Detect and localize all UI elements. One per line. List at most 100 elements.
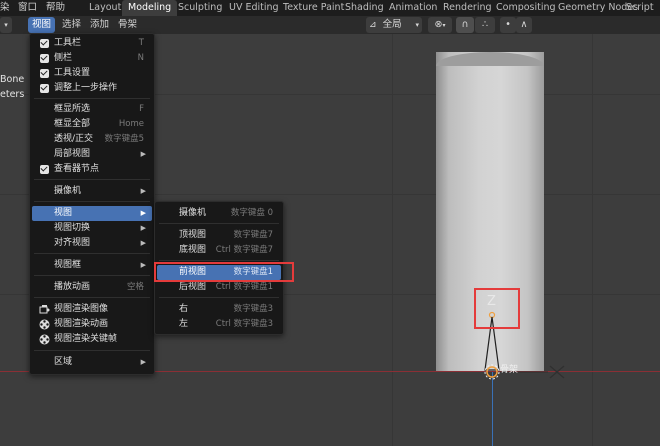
shortcut-label: 数字键盘5 (104, 134, 144, 144)
menu-item-align-view[interactable]: 对齐视图 ▶ (32, 236, 152, 251)
proportional-edit-toggle[interactable]: • (500, 17, 516, 33)
film-reel-icon (39, 319, 50, 330)
submenu-arrow-icon: ▶ (140, 224, 146, 232)
item-label: 摄像机 (179, 208, 207, 218)
item-label: 摄像机 (54, 186, 82, 196)
shortcut-label: Ctrl 数字键盘3 (215, 319, 273, 329)
shortcut-label: Home (118, 119, 144, 129)
tab-compositing[interactable]: Compositing (496, 0, 556, 16)
falloff-curve-icon: ∧ (520, 19, 528, 30)
annotation-box-front-view (154, 262, 294, 282)
item-label: 框显全部 (54, 119, 91, 129)
menu-item-area[interactable]: 区域 ▶ (32, 355, 152, 370)
menu-item-sidebar[interactable]: 侧栏 N (32, 51, 152, 66)
pivot-point-dropdown[interactable]: ⊗▾ (428, 17, 452, 33)
item-label: 视图渲染图像 (54, 304, 109, 314)
header-menu-select[interactable]: 选择 (58, 17, 85, 33)
item-label: 工具栏 (54, 38, 82, 48)
left-panel-text-params: eters (0, 89, 25, 100)
item-label: 播放动画 (54, 282, 91, 292)
menu-item-tool-settings[interactable]: 工具设置 (32, 66, 152, 81)
header-menu-view[interactable]: 视图 (28, 17, 56, 33)
submenu-item-top[interactable]: 顶视图 数字键盘7 (157, 228, 281, 243)
menu-window[interactable]: 窗口 (18, 0, 37, 16)
shortcut-label: 数字键盘3 (233, 304, 273, 314)
submenu-arrow-icon: ▶ (140, 209, 146, 217)
item-label: 视图切换 (54, 223, 91, 233)
menu-separator (34, 253, 150, 254)
bone-head-joint[interactable] (486, 366, 498, 378)
proportional-falloff-dropdown[interactable]: ∧ (516, 17, 532, 33)
editor-mode-dropdown[interactable]: ▾ (0, 17, 12, 33)
submenu-item-camera[interactable]: 摄像机 数字键盘 0 (157, 206, 281, 221)
menu-item-view-regions[interactable]: 视图框 ▶ (32, 258, 152, 273)
item-label: 底视图 (179, 245, 207, 255)
tab-sculpting[interactable]: Sculpting (178, 0, 222, 16)
menu-item-adjust-last[interactable]: 调整上一步操作 (32, 81, 152, 96)
item-label: 区域 (54, 357, 73, 367)
item-label: 视图 (54, 208, 73, 218)
menu-item-frame-selected[interactable]: 框显所选 F (32, 102, 152, 117)
menu-item-local-view[interactable]: 局部视图 ▶ (32, 147, 152, 162)
tab-script[interactable]: Script (626, 0, 654, 16)
menu-item-navigation[interactable]: 视图切换 ▶ (32, 221, 152, 236)
menu-separator (34, 275, 150, 276)
chevron-down-icon: ▾ (442, 22, 446, 29)
submenu-item-left[interactable]: 左 Ctrl 数字键盘3 (157, 317, 281, 332)
top-menu-bar: 染 窗口 帮助 Layout Modeling Sculpting UV Edi… (0, 0, 660, 16)
submenu-arrow-icon: ▶ (140, 187, 146, 195)
tab-modeling[interactable]: Modeling (122, 0, 178, 16)
tab-uv-editing[interactable]: UV Editing (229, 0, 279, 16)
menu-item-viewport-render-image[interactable]: 视图渲染图像 (32, 302, 152, 317)
menu-item-viewpoint[interactable]: 视图 ▶ (32, 206, 152, 221)
dot-icon: • (505, 19, 511, 30)
film-reel-icon (39, 334, 50, 345)
tab-texture-paint[interactable]: Texture Paint (283, 0, 344, 16)
submenu-item-bottom[interactable]: 底视图 Ctrl 数字键盘7 (157, 243, 281, 258)
tab-animation[interactable]: Animation (389, 0, 437, 16)
menu-item-viewport-render-animation[interactable]: 视图渲染动画 (32, 317, 152, 332)
transform-orientation-dropdown[interactable]: ⊿ 全局 ▾ (366, 17, 422, 33)
shortcut-label: N (137, 53, 144, 63)
menu-item-toolbar[interactable]: 工具栏 T (32, 36, 152, 51)
menu-help[interactable]: 帮助 (46, 0, 65, 16)
header-menu-armature[interactable]: 骨架 (114, 17, 141, 33)
menu-item-viewport-render-keyframes[interactable]: 视图渲染关键帧 (32, 332, 152, 347)
tab-layout[interactable]: Layout (89, 0, 121, 16)
shortcut-label: 数字键盘 0 (230, 208, 273, 218)
submenu-arrow-icon: ▶ (140, 239, 146, 247)
header-menu-add[interactable]: 添加 (86, 17, 113, 33)
menu-render[interactable]: 染 (0, 0, 10, 16)
item-label: 对齐视图 (54, 238, 91, 248)
item-label: 后视图 (179, 282, 207, 292)
menu-separator (34, 297, 150, 298)
tab-rendering[interactable]: Rendering (443, 0, 492, 16)
left-panel-text-bone: Bone (0, 74, 25, 85)
submenu-item-back[interactable]: 后视图 Ctrl 数字键盘1 (157, 280, 281, 295)
menu-separator (34, 350, 150, 351)
menu-separator (159, 297, 279, 298)
item-label: 视图渲染动画 (54, 319, 109, 329)
snap-toggle[interactable]: ∩ (456, 17, 474, 33)
submenu-item-right[interactable]: 右 数字键盘3 (157, 302, 281, 317)
grid-line (592, 34, 593, 446)
menu-separator (34, 201, 150, 202)
item-label: 查看器节点 (54, 164, 100, 174)
menu-item-viewer-node[interactable]: 查看器节点 (32, 162, 152, 177)
menu-item-camera[interactable]: 摄像机 ▶ (32, 184, 152, 199)
orientation-icon: ⊿ (369, 20, 377, 30)
snap-target-dropdown[interactable]: ∴ (475, 17, 495, 33)
checkbox-checked-icon (40, 69, 49, 78)
item-label: 调整上一步操作 (54, 83, 118, 93)
tab-shading[interactable]: Shading (345, 0, 384, 16)
shortcut-label: Ctrl 数字键盘1 (215, 282, 273, 292)
item-label: 局部视图 (54, 149, 91, 159)
menu-item-persp-ortho[interactable]: 透视/正交 数字键盘5 (32, 132, 152, 147)
menu-item-frame-all[interactable]: 框显全部 Home (32, 117, 152, 132)
menu-separator (34, 179, 150, 180)
item-label: 视图框 (54, 260, 82, 270)
item-label: 顶视图 (179, 230, 207, 240)
checkbox-checked-icon (40, 54, 49, 63)
menu-item-play-animation[interactable]: 播放动画 空格 (32, 280, 152, 295)
checkbox-checked-icon (40, 84, 49, 93)
